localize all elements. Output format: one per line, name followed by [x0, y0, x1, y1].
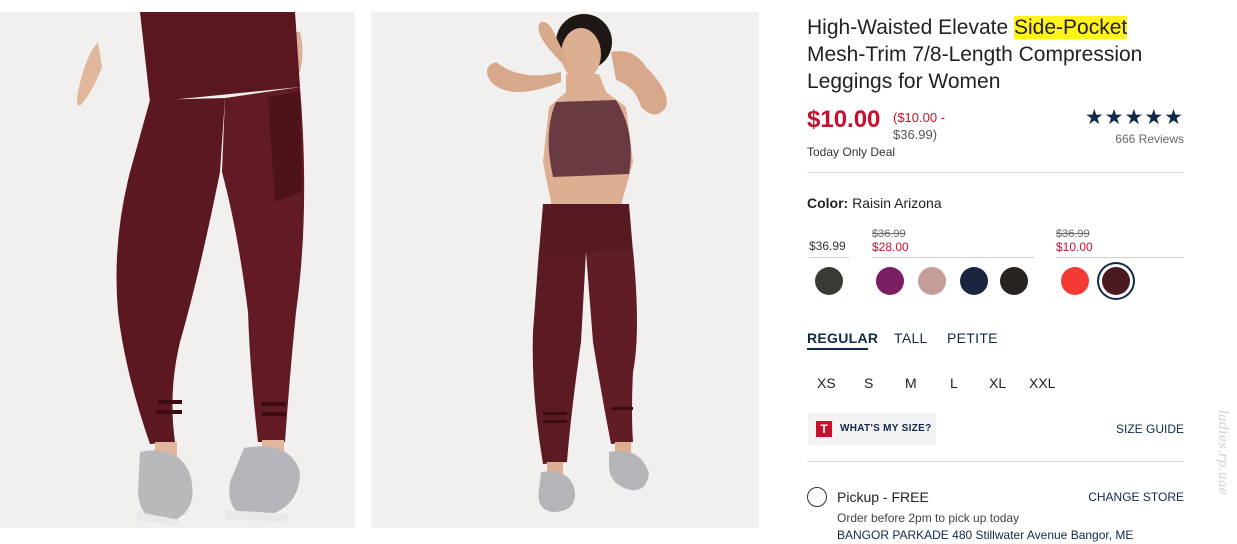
- price-range: ($10.00 - $36.99): [893, 109, 973, 143]
- size-s-button[interactable]: S: [864, 375, 873, 391]
- color-swatch[interactable]: [918, 267, 946, 295]
- color-swatch[interactable]: [876, 267, 904, 295]
- size-xxl-button[interactable]: XXL: [1029, 375, 1055, 391]
- color-swatch[interactable]: [1061, 267, 1089, 295]
- tab-regular[interactable]: REGULAR: [807, 330, 878, 346]
- size-xs-button[interactable]: XS: [817, 375, 836, 391]
- store-address: 480 Stillwater Avenue: [952, 528, 1068, 542]
- current-price: $10.00: [807, 106, 881, 133]
- price-group-regular: $36.99: [809, 240, 846, 253]
- size-guide-link[interactable]: SIZE GUIDE: [1116, 422, 1184, 436]
- watermark-text: ladies.rp.uae: [1215, 410, 1230, 496]
- size-m-button[interactable]: M: [905, 375, 917, 391]
- product-photo-closeup[interactable]: [0, 12, 355, 528]
- color-label: Color:: [807, 195, 849, 211]
- price-range-low: ($10.00 -: [893, 110, 946, 125]
- store-city: Bangor, ME: [1070, 528, 1134, 542]
- product-photo-full-body[interactable]: [371, 12, 759, 528]
- group-sale-price: $10.00: [1056, 240, 1093, 254]
- leggings-closeup-image: [0, 12, 355, 528]
- price-group-line: [1056, 257, 1184, 258]
- reviews-link[interactable]: 666 Reviews: [1115, 132, 1184, 146]
- color-swatch[interactable]: [960, 267, 988, 295]
- tab-tall[interactable]: TALL: [894, 330, 928, 346]
- color-swatch[interactable]: [1000, 267, 1028, 295]
- title-text-start: High-Waisted Elevate: [807, 16, 1014, 39]
- divider: [807, 172, 1184, 173]
- color-swatch[interactable]: [1102, 267, 1130, 295]
- true-fit-icon: T: [816, 421, 832, 437]
- group-sale-price: $28.00: [872, 240, 909, 254]
- change-store-link[interactable]: CHANGE STORE: [1088, 490, 1184, 504]
- whats-my-size-button[interactable]: T WHAT'S MY SIZE?: [808, 413, 936, 445]
- active-tab-indicator: [807, 348, 868, 350]
- deal-label: Today Only Deal: [807, 145, 896, 159]
- whats-my-size-label: WHAT'S MY SIZE?: [840, 423, 932, 434]
- pickup-note: Order before 2pm to pick up today: [837, 511, 1020, 525]
- selected-color-name: Raisin Arizona: [852, 195, 942, 211]
- price-range-high: $36.99): [893, 127, 938, 142]
- watermark: ladies.rp.uae: [1203, 410, 1237, 540]
- title-text-end: Mesh-Trim 7/8-Length Compression Legging…: [807, 43, 1143, 93]
- price-group-sale: $36.99 $28.00: [872, 228, 909, 254]
- model-full-body-image: [371, 12, 759, 528]
- product-details-panel: High-Waisted Elevate Side-Pocket Mesh-Tr…: [807, 0, 1184, 544]
- size-xl-button[interactable]: XL: [989, 375, 1006, 391]
- store-info[interactable]: BANGOR PARKADE 480 Stillwater Avenue Ban…: [837, 528, 1133, 542]
- pickup-radio[interactable]: [807, 487, 827, 507]
- divider: [807, 461, 1184, 462]
- tab-petite[interactable]: PETITE: [947, 330, 998, 346]
- size-l-button[interactable]: L: [950, 375, 958, 391]
- price-group-line: [809, 257, 849, 258]
- color-swatch[interactable]: [815, 267, 843, 295]
- product-title: High-Waisted Elevate Side-Pocket Mesh-Tr…: [807, 14, 1177, 95]
- title-highlighted-text: Side-Pocket: [1013, 16, 1128, 39]
- price-group-deal: $36.99 $10.00: [1056, 228, 1093, 254]
- price-group-line: [872, 257, 1034, 258]
- pickup-label: Pickup - FREE: [837, 489, 929, 505]
- store-name: BANGOR PARKADE: [837, 528, 949, 542]
- group-price: $36.99: [809, 239, 846, 253]
- star-rating-icon[interactable]: ★★★★★: [1085, 105, 1184, 130]
- color-selection-label: Color: Raisin Arizona: [807, 195, 942, 211]
